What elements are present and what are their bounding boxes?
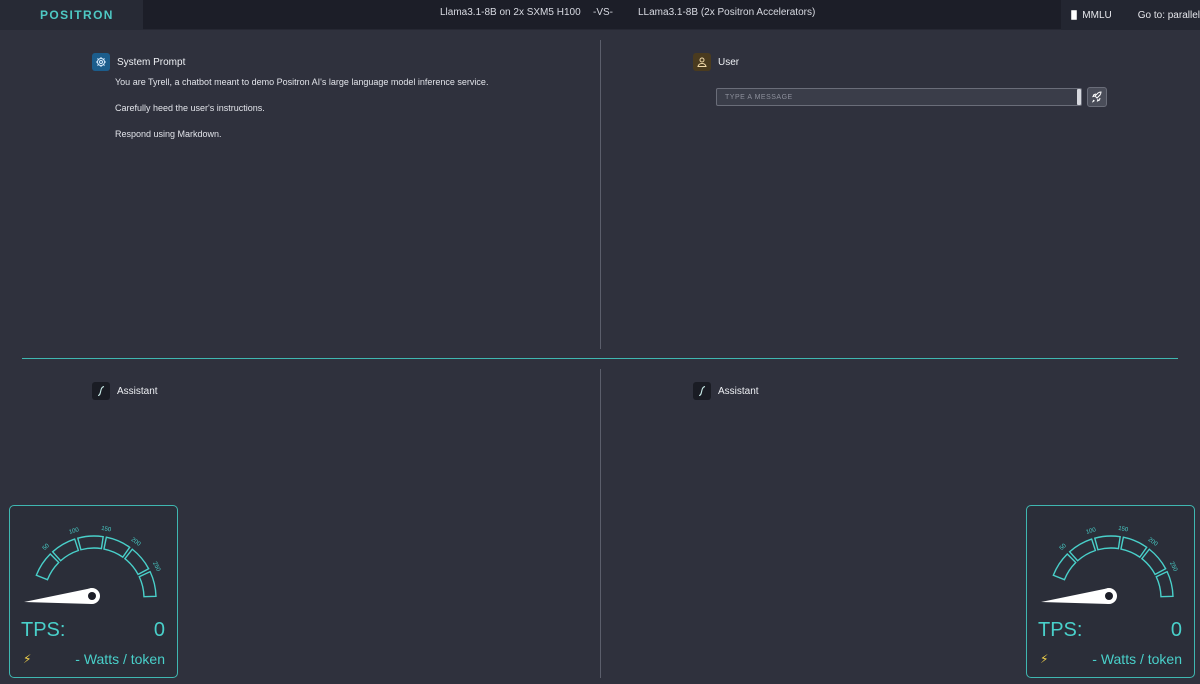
gauge-tick-label: 50 [1059,543,1068,552]
tps-value: 0 [153,619,165,641]
tps-label: TPS: [1038,619,1083,641]
assistant-left-label: Assistant [117,385,158,397]
goto-parallel-link[interactable]: Go to: parallel [1138,10,1200,21]
top-right-controls: MMLU Go to: parallel [1061,0,1200,30]
gauge-tick-label: 150 [101,526,113,534]
system-prompt-line[interactable]: Respond using Markdown. [115,129,222,139]
gauge-tick-label: 250 [151,561,161,573]
left-model-title: Llama3.1-8B on 2x SXM5 H100 [440,7,581,18]
assistant-right-label: Assistant [718,385,759,397]
gauge-hub-inner [1105,592,1113,600]
system-prompt-header: System Prompt [92,53,185,71]
gauge-tick-label: 200 [130,537,142,548]
tps-gauge-left: 50 100 150 200 250 TPS: 0 ⚡ - Watts / to… [9,505,178,678]
gauge-segment [1155,570,1174,598]
send-button[interactable] [1087,87,1107,107]
gauge-tick-label: 250 [1168,561,1178,573]
assistant-left-header: Assistant [92,382,158,400]
positron-script-icon [693,382,711,400]
gauge-segment [1093,535,1121,551]
gauge-segment [123,548,150,576]
gauge-segment [1120,536,1148,559]
gauge-tick-labels: 50 100 150 200 250 [42,526,161,573]
system-prompt-line[interactable]: You are Tyrell, a chatbot meant to demo … [115,77,488,87]
gauge-segment [1140,548,1167,576]
speedometer-right: 50 100 150 200 250 [1041,526,1178,604]
tps-label: TPS: [21,619,66,641]
user-label: User [718,56,740,68]
top-bar: POSITRON Llama3.1-8B on 2x SXM5 H100 -VS… [0,0,1200,30]
gauge-tick-labels: 50 100 150 200 250 [1059,526,1178,573]
gauge-segment [1052,553,1077,581]
watts-per-token: - Watts / token [1092,651,1182,667]
system-prompt-label: System Prompt [117,56,186,68]
message-input[interactable] [716,88,1082,106]
gauge-segment [1068,538,1097,562]
horizontal-divider[interactable] [22,358,1178,359]
person-icon [693,53,711,71]
gauge-tick-label: 150 [1118,526,1130,534]
speedometer-left: 50 100 150 200 250 [24,526,161,604]
system-prompt-line[interactable]: Carefully heed the user's instructions. [115,103,265,113]
gear-icon [92,53,110,71]
tps-gauge-right: 50 100 150 200 250 TPS: 0 ⚡ - Watts / to… [1026,505,1195,678]
mmlu-label[interactable]: MMLU [1082,10,1111,21]
logo[interactable]: POSITRON [0,0,143,30]
input-scrollbar[interactable] [1077,89,1081,105]
right-model-title: LLama3.1-8B (2x Positron Accelerators) [638,7,816,18]
watts-per-token: - Watts / token [75,651,165,667]
lightning-icon: ⚡ [23,652,32,666]
gauge-segment [35,553,60,581]
lightning-icon: ⚡ [1040,652,1049,666]
rocket-icon [1091,91,1102,103]
gauge-segment [138,570,157,598]
mmlu-checkbox[interactable] [1071,10,1078,20]
gauge-segment [76,535,104,551]
logo-text: POSITRON [40,8,114,22]
gauge-tick-label: 200 [1147,537,1159,548]
user-header: User [693,53,739,71]
positron-script-icon [92,382,110,400]
vs-label: -VS- [593,7,613,18]
gauge-segment [103,536,131,559]
top-vertical-divider [600,40,601,349]
gauge-segment [51,538,80,562]
gauge-tick-label: 100 [1085,527,1097,536]
tps-value: 0 [1170,619,1182,641]
bottom-vertical-divider [600,369,601,678]
assistant-right-header: Assistant [693,382,759,400]
gauge-tick-label: 100 [68,527,80,536]
gauge-hub-inner [88,592,96,600]
gauge-tick-label: 50 [42,543,51,552]
